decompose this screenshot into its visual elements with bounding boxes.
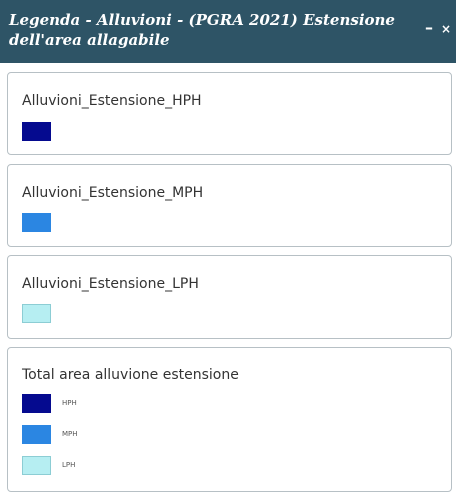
legend-card-mph: Alluvioni_Estensione_MPH <box>7 164 452 247</box>
lph-color-swatch <box>22 304 51 323</box>
legend-entry-label: MPH <box>62 430 78 438</box>
legend-card-lph: Alluvioni_Estensione_LPH <box>7 255 452 339</box>
minimize-icon[interactable]: – <box>425 20 433 36</box>
legend-entry-label: LPH <box>62 461 76 469</box>
legend-card-total: Total area alluvione estensione HPH MPH … <box>7 347 452 492</box>
panel-header: Legenda - Alluvioni - (PGRA 2021) Estens… <box>0 0 456 63</box>
lph-color-swatch <box>22 456 51 475</box>
close-icon[interactable]: × <box>441 23 451 35</box>
legend-card-title: Total area alluvione estensione <box>22 367 239 383</box>
hph-color-swatch <box>22 394 51 413</box>
legend-card-hph: Alluvioni_Estensione_HPH <box>7 72 452 155</box>
legend-card-title: Alluvioni_Estensione_HPH <box>22 93 202 109</box>
legend-panel: Legenda - Alluvioni - (PGRA 2021) Estens… <box>0 0 456 492</box>
legend-entry-label: HPH <box>62 399 77 407</box>
legend-body: Alluvioni_Estensione_HPH Alluvioni_Esten… <box>0 63 456 492</box>
mph-color-swatch <box>22 425 51 444</box>
panel-title: Legenda - Alluvioni - (PGRA 2021) Estens… <box>9 11 395 49</box>
legend-card-title: Alluvioni_Estensione_MPH <box>22 185 204 201</box>
mph-color-swatch <box>22 213 51 232</box>
hph-color-swatch <box>22 122 51 141</box>
legend-card-title: Alluvioni_Estensione_LPH <box>22 276 199 292</box>
